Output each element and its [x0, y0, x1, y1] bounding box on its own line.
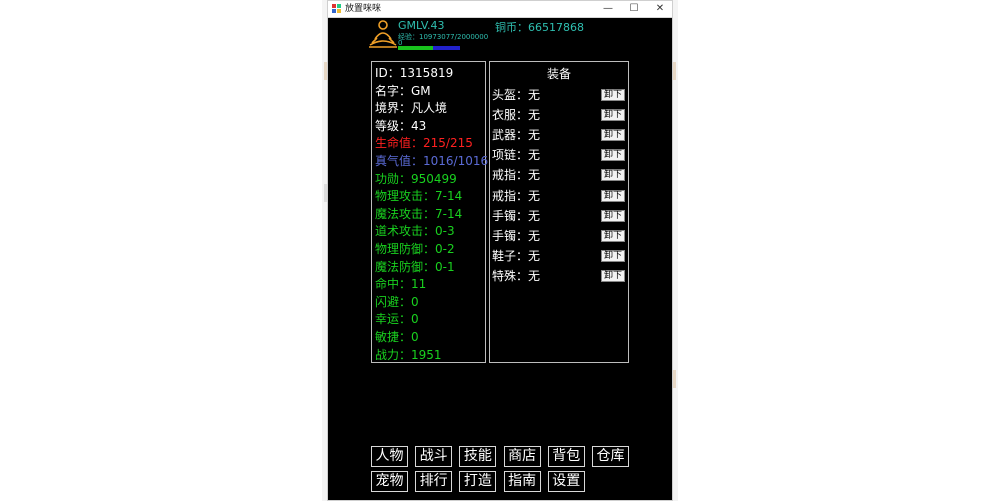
equipment-slot-label: 项链：无	[492, 148, 541, 163]
equipment-slot-label: 特殊：无	[492, 268, 541, 283]
stat-line: 道术攻击：0-3	[375, 224, 455, 239]
unequip-button[interactable]: 卸下	[601, 149, 625, 162]
stat-line: 物理攻击：7-14	[375, 189, 463, 204]
stat-line: 魔法防御：0-1	[375, 259, 455, 274]
stat-line: 境界：凡人境	[375, 101, 448, 116]
game-window: 放置咪咪 — ☐ ✕ GMLV.43 铜币：66517868 经验：109730…	[327, 0, 673, 501]
nav-button-crafting[interactable]: 打造	[459, 471, 497, 492]
stat-line: 名字：GM	[375, 83, 431, 98]
unequip-button[interactable]: 卸下	[601, 269, 625, 282]
stat-line: 战力：1951	[375, 347, 442, 362]
experience-text: 经验：10973077/2000000	[398, 33, 489, 41]
minimize-button[interactable]: —	[597, 1, 619, 17]
unequip-button[interactable]: 卸下	[601, 129, 625, 142]
nav-button-battle[interactable]: 战斗	[415, 446, 453, 467]
equipment-slot: 项链：无 卸下	[492, 147, 626, 165]
equipment-slot: 衣服：无 卸下	[492, 107, 626, 125]
maximize-button[interactable]: ☐	[623, 1, 645, 17]
stat-line: 命中：11	[375, 277, 427, 292]
equipment-slot: 头盔：无 卸下	[492, 87, 626, 105]
equipment-slot: 手镯：无 卸下	[492, 208, 626, 226]
experience-bar	[398, 46, 460, 50]
unequip-button[interactable]: 卸下	[601, 229, 625, 242]
nav-button-pet[interactable]: 宠物	[371, 471, 408, 492]
equipment-slot: 戒指：无 卸下	[492, 167, 626, 185]
equipment-slot-label: 头盔：无	[492, 88, 541, 102]
equipment-slot: 手镯：无 卸下	[492, 228, 626, 246]
equipment-slot: 戒指：无 卸下	[492, 188, 626, 206]
stat-line: 幸运：0	[375, 312, 419, 327]
unequip-button[interactable]: 卸下	[601, 189, 625, 202]
stat-line: 功勋：950499	[375, 171, 457, 186]
unequip-button[interactable]: 卸下	[601, 109, 625, 122]
equipment-panel: 装备 头盔：无 卸下 衣服：无 卸下 武器：无 卸下 项链：无 卸下 戒指：无 卸下 戒指：无 卸下手…	[489, 61, 629, 363]
nav-button-ranking[interactable]: 排行	[415, 471, 453, 492]
equipment-slot-label: 手镯：无	[492, 228, 541, 243]
equipment-slot: 鞋子：无 卸下	[492, 248, 626, 266]
nav-button-shop[interactable]: 商店	[503, 446, 541, 467]
equipment-slot-label: 手镯：无	[492, 208, 541, 223]
meditating-avatar-icon	[369, 20, 397, 48]
nav-button-settings[interactable]: 设置	[547, 471, 585, 492]
stat-line: 等级：43	[375, 118, 427, 133]
window-title: 放置咪咪	[345, 4, 382, 14]
copper-coins: 铜币：66517868	[495, 21, 584, 34]
close-button[interactable]: ✕	[649, 1, 671, 17]
background-mark	[673, 370, 676, 388]
equipment-slot-label: 戒指：无	[492, 188, 541, 203]
nav-button-guide[interactable]: 指南	[503, 471, 541, 492]
nav-button-warehouse[interactable]: 仓库	[592, 446, 629, 467]
stat-line: 物理防御：0-2	[375, 242, 455, 256]
equipment-slot-label: 衣服：无	[492, 108, 541, 123]
equipment-title: 装备	[546, 67, 571, 81]
experience-bar-fill	[398, 46, 433, 50]
equipment-slot-label: 武器：无	[492, 128, 541, 143]
equipment-slot: 武器：无 卸下	[492, 127, 626, 145]
title-bar: 放置咪咪 — ☐ ✕	[328, 1, 672, 18]
nav-button-character[interactable]: 人物	[371, 446, 408, 467]
equipment-slot: 特殊：无 卸下	[492, 268, 626, 286]
nav-button-backpack[interactable]: 背包	[547, 446, 585, 467]
stat-line: 闪避：0	[375, 294, 419, 309]
stat-line: ID：1315819	[375, 66, 454, 80]
stat-line: 魔法攻击：7-14	[375, 206, 463, 221]
equipment-slot-label: 鞋子：无	[492, 248, 541, 263]
stat-line: 生命值：215/215	[375, 136, 473, 151]
unequip-button[interactable]: 卸下	[601, 249, 625, 262]
unequip-button[interactable]: 卸下	[601, 89, 625, 101]
character-stats-panel: ID：1315819 名字：GM 境界：凡人境 等级：43 生命值：215/215 真气值…	[371, 61, 489, 363]
nav-button-skills[interactable]: 技能	[459, 446, 497, 467]
app-icon	[332, 4, 341, 13]
stat-line: 真气值：1016/1016	[375, 154, 489, 168]
unequip-button[interactable]: 卸下	[601, 209, 625, 222]
player-name-level: GMLV.43	[398, 19, 445, 32]
background-mark	[673, 62, 676, 80]
stat-line: 敏捷：0	[375, 330, 419, 344]
unequip-button[interactable]: 卸下	[601, 169, 625, 182]
equipment-slot-label: 戒指：无	[492, 168, 541, 183]
